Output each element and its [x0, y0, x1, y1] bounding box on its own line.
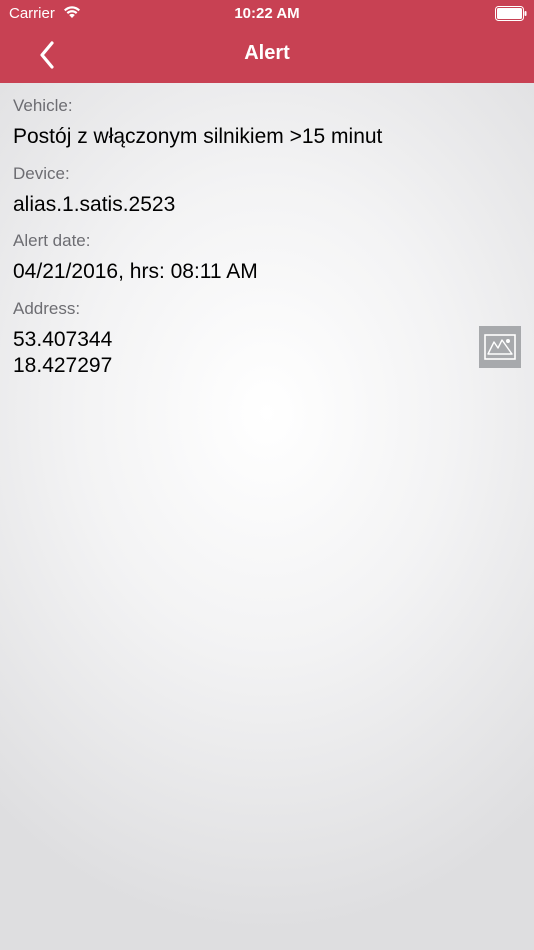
status-bar: Carrier 10:22 AM [0, 0, 534, 28]
address-longitude: 18.427297 [13, 354, 113, 377]
address-label: Address: [13, 299, 81, 318]
alert-date-value: 04/21/2016, hrs: 08:11 AM [13, 260, 258, 283]
status-time: 10:22 AM [234, 5, 300, 22]
address-latitude: 53.407344 [13, 328, 113, 351]
page-title: Alert [244, 42, 290, 64]
alert-date-label: Alert date: [13, 231, 91, 250]
battery-icon [495, 6, 527, 21]
device-label: Device: [13, 164, 70, 183]
device-value: alias.1.satis.2523 [13, 193, 176, 216]
alert-details: Vehicle: Postój z włączonym silnikiem >1… [0, 83, 534, 950]
map-icon [484, 334, 516, 360]
navigation-bar: Carrier 10:22 AM Alert [0, 0, 534, 83]
vehicle-value: Postój z włączonym silnikiem >15 minut [13, 125, 383, 148]
show-map-button[interactable] [479, 326, 521, 368]
vehicle-label: Vehicle: [13, 96, 73, 115]
